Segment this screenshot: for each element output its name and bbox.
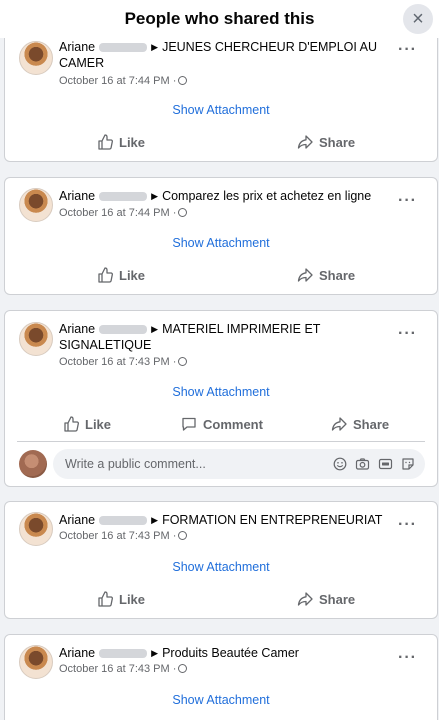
close-button[interactable]: ×: [403, 4, 433, 34]
emoji-icon[interactable]: [333, 457, 347, 476]
globe-icon: [178, 664, 188, 673]
shares-list[interactable]: Ariane ▶ JEUNES CHERCHEUR D'EMPLOI AU CAME…: [0, 0, 439, 720]
post-author-line: Ariane ▶ MATERIEL IMPRIMERIE ET SIGNALETIQ…: [59, 321, 397, 353]
gif-icon[interactable]: [378, 457, 393, 476]
dialog-header: People who shared this ×: [0, 0, 439, 38]
shared-post: Ariane ▶ MATERIEL IMPRIMERIE ET SIGNALETIQ…: [4, 310, 438, 487]
shared-post: Ariane ▶ Produits Beautée Camer October 16…: [4, 634, 438, 720]
share-icon: [297, 591, 313, 607]
share-icon: [331, 416, 347, 432]
post-timestamp: October 16 at 7:44 PM ·: [59, 75, 188, 87]
share-icon: [297, 134, 313, 150]
share-label: Share: [319, 134, 356, 150]
author-avatar[interactable]: [19, 41, 53, 75]
globe-icon: [178, 531, 188, 540]
more-options-button[interactable]: ···: [398, 41, 417, 59]
author-avatar[interactable]: [19, 645, 53, 679]
author-name[interactable]: Ariane: [59, 189, 95, 203]
comment-placeholder: Write a public comment...: [65, 457, 206, 471]
more-options-button[interactable]: ···: [398, 649, 417, 667]
shared-to-arrow-icon: ▶: [151, 324, 159, 334]
divider: [17, 441, 425, 442]
comment-icon: [181, 416, 197, 432]
blurred-surname: [99, 516, 148, 526]
comment-label: Comment: [203, 416, 263, 432]
share-button[interactable]: Share: [297, 267, 355, 283]
author-name[interactable]: Ariane: [59, 646, 95, 660]
shared-to-arrow-icon: ▶: [151, 515, 159, 525]
sticker-icon[interactable]: [401, 457, 415, 476]
show-attachment-link[interactable]: Show Attachment: [5, 385, 437, 399]
blurred-surname: [99, 325, 148, 335]
post-timestamp: October 16 at 7:43 PM ·: [59, 356, 188, 368]
share-label: Share: [319, 591, 356, 607]
globe-icon: [178, 208, 188, 217]
group-name-continued[interactable]: SIGNALETIQUE: [59, 338, 151, 352]
group-name-continued[interactable]: CAMER: [59, 56, 104, 70]
shared-post: Ariane ▶ JEUNES CHERCHEUR D'EMPLOI AU CAME…: [4, 28, 438, 162]
share-button[interactable]: Share: [297, 134, 355, 150]
author-name[interactable]: Ariane: [59, 322, 95, 336]
shared-to-arrow-icon: ▶: [151, 42, 159, 52]
author-name[interactable]: Ariane: [59, 40, 95, 54]
like-label: Like: [119, 591, 146, 607]
shared-post: Ariane ▶ FORMATION EN ENTREPRENEURIAT Octo…: [4, 501, 438, 619]
globe-icon: [178, 357, 188, 366]
current-user-avatar: [19, 450, 47, 478]
group-name[interactable]: MATERIEL IMPRIMERIE ET: [162, 322, 320, 336]
show-attachment-link[interactable]: Show Attachment: [5, 236, 437, 250]
post-timestamp: October 16 at 7:44 PM ·: [59, 207, 188, 219]
like-label: Like: [119, 134, 146, 150]
group-name[interactable]: Comparez les prix et achetez en ligne: [162, 189, 371, 203]
share-button[interactable]: Share: [331, 416, 389, 432]
share-button[interactable]: Share: [297, 591, 355, 607]
shared-to-arrow-icon: ▶: [151, 648, 159, 658]
share-label: Share: [319, 267, 356, 283]
like-label: Like: [85, 416, 112, 432]
like-button[interactable]: Like: [97, 134, 145, 150]
show-attachment-link[interactable]: Show Attachment: [5, 693, 437, 707]
like-label: Like: [119, 267, 146, 283]
blurred-surname: [99, 649, 148, 659]
post-author-line: Ariane ▶ FORMATION EN ENTREPRENEURIAT: [59, 512, 397, 528]
author-name[interactable]: Ariane: [59, 513, 95, 527]
post-timestamp: October 16 at 7:43 PM ·: [59, 663, 188, 675]
blurred-surname: [99, 192, 148, 202]
shared-to-arrow-icon: ▶: [151, 191, 159, 201]
post-author-line: Ariane ▶ Comparez les prix et achetez en l…: [59, 188, 397, 204]
author-avatar[interactable]: [19, 512, 53, 546]
group-name[interactable]: Produits Beautée Camer: [162, 646, 299, 660]
like-icon: [97, 134, 113, 150]
dialog-title: People who shared this: [124, 9, 315, 28]
share-label: Share: [353, 416, 390, 432]
show-attachment-link[interactable]: Show Attachment: [5, 103, 437, 117]
show-attachment-link[interactable]: Show Attachment: [5, 560, 437, 574]
post-author-line: Ariane ▶ JEUNES CHERCHEUR D'EMPLOI AU CAME…: [59, 39, 397, 71]
shared-post: Ariane ▶ Comparez les prix et achetez en l…: [4, 177, 438, 295]
like-button[interactable]: Like: [97, 267, 145, 283]
comment-button[interactable]: Comment: [181, 416, 263, 432]
more-options-button[interactable]: ···: [398, 192, 417, 210]
share-icon: [297, 267, 313, 283]
comment-tools: [333, 457, 415, 476]
like-icon: [63, 416, 79, 432]
like-button[interactable]: Like: [63, 416, 111, 432]
like-icon: [97, 591, 113, 607]
blurred-surname: [99, 43, 148, 53]
group-name[interactable]: FORMATION EN ENTREPRENEURIAT: [162, 513, 382, 527]
post-timestamp: October 16 at 7:43 PM ·: [59, 530, 188, 542]
close-icon: ×: [412, 8, 424, 30]
like-button[interactable]: Like: [97, 591, 145, 607]
globe-icon: [178, 76, 188, 85]
camera-icon[interactable]: [355, 457, 370, 476]
author-avatar[interactable]: [19, 188, 53, 222]
post-author-line: Ariane ▶ Produits Beautée Camer: [59, 645, 397, 661]
more-options-button[interactable]: ···: [398, 516, 417, 534]
more-options-button[interactable]: ···: [398, 325, 417, 343]
author-avatar[interactable]: [19, 322, 53, 356]
like-icon: [97, 267, 113, 283]
group-name[interactable]: JEUNES CHERCHEUR D'EMPLOI AU: [162, 40, 377, 54]
